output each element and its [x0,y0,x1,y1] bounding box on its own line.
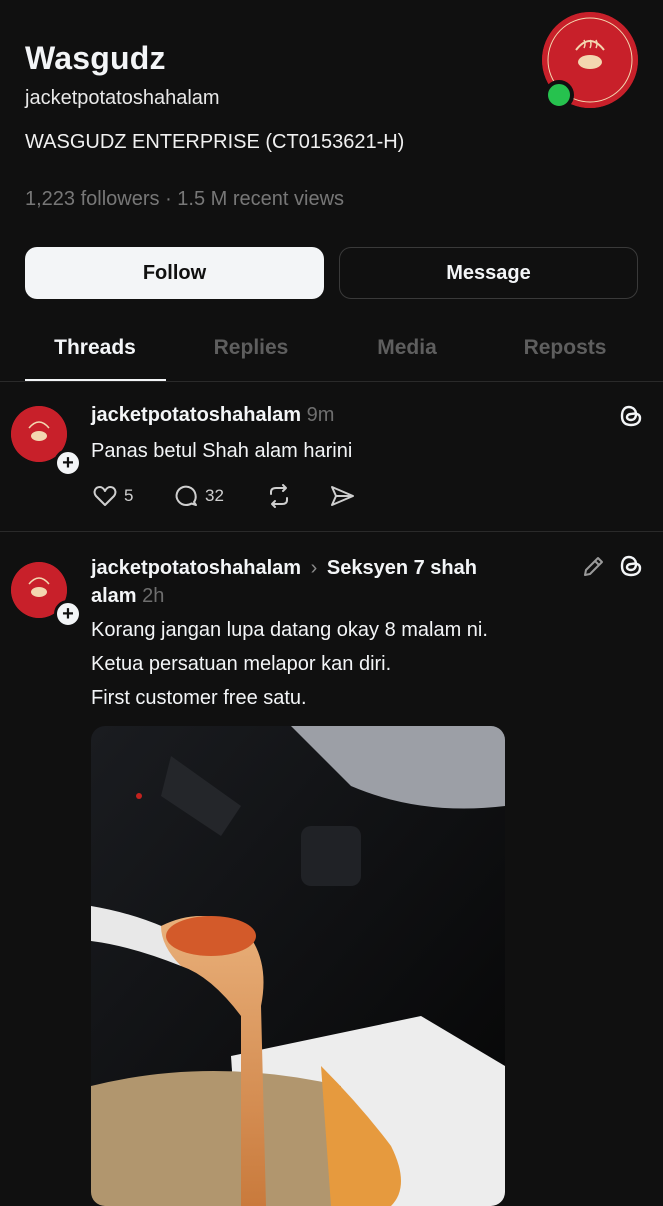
follow-plus-badge[interactable]: + [54,449,82,477]
message-button[interactable]: Message [339,247,638,299]
comment-icon [175,485,197,506]
share-button[interactable] [328,482,356,515]
post-time: 2h [142,585,165,607]
reply-count: 32 [205,486,224,505]
active-tab-indicator [25,379,166,381]
tab-reposts[interactable]: Reposts [490,336,640,360]
reply-button[interactable]: 32 [172,482,224,510]
tab-media[interactable]: Media [332,336,482,360]
profile-name: Wasgudz [25,40,166,76]
post-location[interactable]: Seksyen 7 shah [327,557,477,579]
food-photo [91,726,505,1206]
plus-icon: + [62,452,74,474]
plus-icon: + [62,603,74,625]
post-divider [0,531,663,532]
threads-icon[interactable] [617,402,645,435]
like-button[interactable]: 5 [91,482,133,510]
profile-bio: WASGUDZ ENTERPRISE (CT0153621-H) [25,131,405,153]
post-text: Panas betul Shah alam harini [91,440,353,462]
tab-threads[interactable]: Threads [20,336,170,360]
repost-button[interactable] [265,482,293,515]
profile-stats[interactable]: 1,223 followers · 1.5 M recent views [25,188,344,211]
post-username[interactable]: jacketpotatoshahalam [91,557,301,579]
tabs-divider [0,381,663,382]
like-count: 5 [124,486,134,505]
post-line: Korang jangan lupa datang okay 8 malam n… [91,619,488,641]
post-line: First customer free satu. [91,687,307,709]
post-line: Ketua persatuan melapor kan diri. [91,653,392,675]
share-icon [331,486,354,506]
follow-plus-badge[interactable]: + [54,600,82,628]
post-photo[interactable] [91,726,505,1206]
follow-button[interactable]: Follow [25,247,324,299]
heart-icon [93,486,117,506]
profile-handle[interactable]: jacketpotatoshahalam [25,87,220,110]
tab-replies[interactable]: Replies [176,336,326,360]
pencil-icon[interactable] [580,552,608,585]
repost-icon [270,484,288,508]
post-time: 9m [306,404,335,426]
online-status-dot [544,80,574,110]
post-header[interactable]: jacketpotatoshahalam › Seksyen 7 shah al… [91,554,531,610]
post-location-cont[interactable]: alam [91,585,137,607]
chevron-right-icon: › [310,557,318,579]
threads-icon[interactable] [617,552,645,585]
post-username[interactable]: jacketpotatoshahalam 9m [91,404,334,427]
post-text: Korang jangan lupa datang okay 8 malam n… [91,613,488,715]
